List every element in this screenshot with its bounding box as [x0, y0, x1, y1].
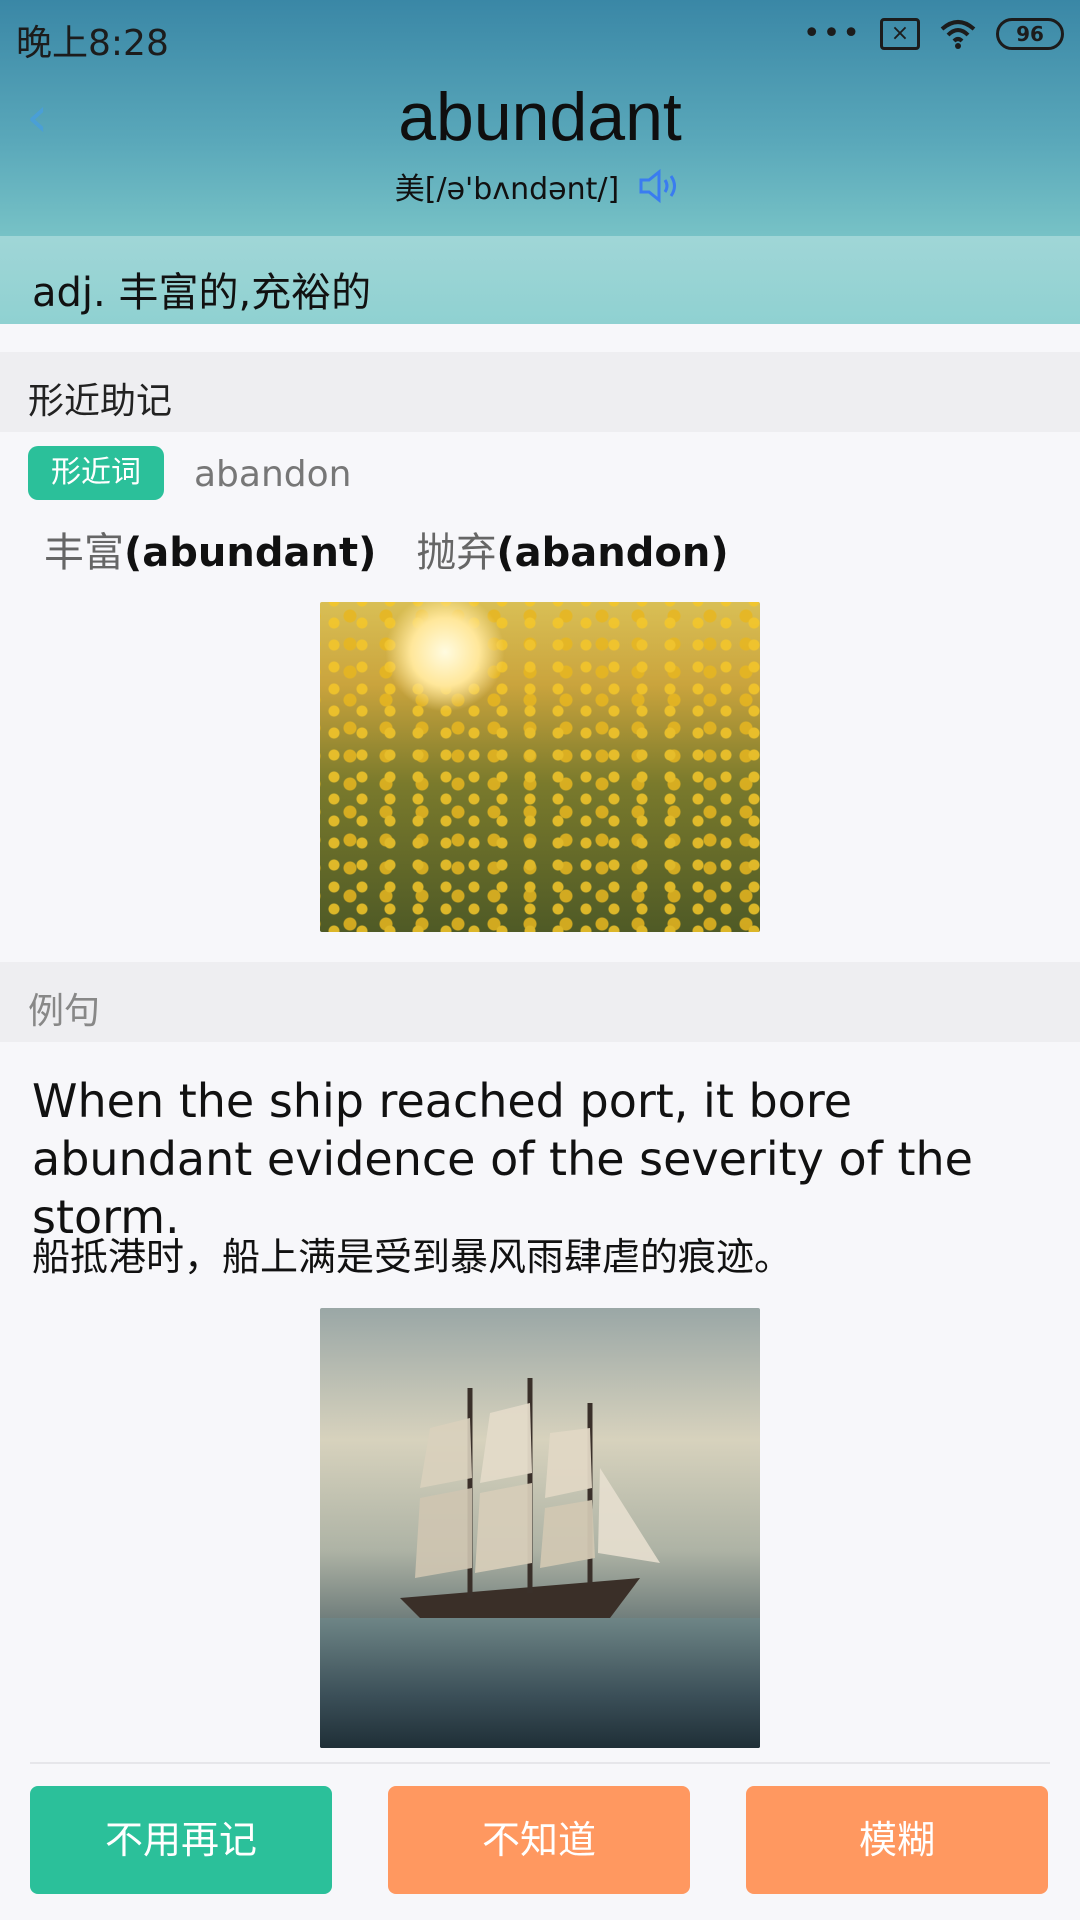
no-need-to-remember-button[interactable]: 不用再记 [30, 1786, 332, 1894]
mnemonic-section-title: 形近助记 [28, 381, 173, 422]
word-card-page: 晚上8:28 ••• × 96 ‹ abundant 美[/ə'bʌndənt/… [0, 0, 1080, 1920]
example-section-header: 例句 [0, 962, 1080, 1042]
status-time: 晚上8:28 [16, 23, 169, 64]
status-bar: 晚上8:28 ••• × 96 [0, 0, 1080, 70]
word-compare-row: 丰富(abundant) 抛弃(abandon) [44, 520, 729, 578]
sim-off-icon: × [880, 18, 920, 50]
word-header: 晚上8:28 ••• × 96 ‹ abundant 美[/ə'bʌndənt/… [0, 0, 1080, 237]
wifi-icon [940, 20, 976, 49]
dont-know-button[interactable]: 不知道 [388, 1786, 690, 1894]
mnemonic-section-header: 形近助记 [0, 352, 1080, 432]
more-dots-icon: ••• [802, 16, 862, 51]
bottom-divider [30, 1762, 1050, 1764]
speaker-icon[interactable] [635, 166, 685, 206]
sunflower-field-image [320, 602, 760, 932]
storm-waves [320, 1618, 760, 1748]
status-icons: ••• × 96 [803, 16, 1064, 52]
example-sentence-en: When the ship reached port, it bore abun… [32, 1074, 973, 1244]
compare-left-zh: 丰富 [44, 530, 124, 576]
compare-left-en: (abundant) [124, 530, 377, 576]
compare-right-zh: 抛弃 [416, 530, 497, 576]
pronunciation-row: 美[/ə'bʌndənt/] [0, 164, 1080, 208]
definition-bar: adj. 丰富的,充裕的 [0, 236, 1080, 324]
ship-storm-image [320, 1308, 760, 1748]
example-sentence-zh: 船抵港时，船上满是受到暴风雨肆虐的痕迹。 [32, 1235, 793, 1279]
phonetic-text: 美[/ə'bʌndənt/] [394, 172, 620, 207]
review-actions-bar: 不用再记 不知道 模糊 [0, 1770, 1080, 1920]
compare-right-en: (abandon) [496, 530, 729, 576]
similar-word-tag: 形近词 [28, 446, 164, 500]
compare-right: 抛弃(abandon) [416, 520, 728, 578]
compare-left: 丰富(abundant) [44, 520, 376, 578]
battery-indicator: 96 [996, 18, 1064, 50]
vague-button[interactable]: 模糊 [746, 1786, 1048, 1894]
definition-text: adj. 丰富的,充裕的 [32, 270, 372, 316]
example-section-title: 例句 [28, 991, 101, 1032]
word-title: abundant [398, 79, 682, 155]
similar-word: abandon [194, 454, 352, 495]
